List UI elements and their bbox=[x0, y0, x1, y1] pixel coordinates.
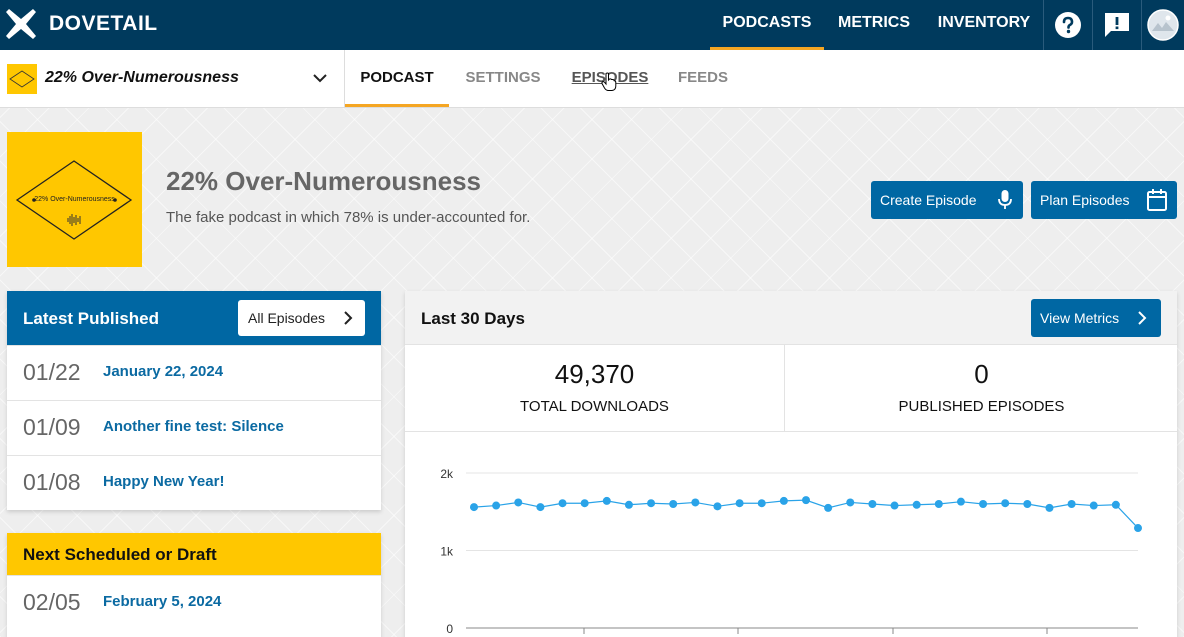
nav-inventory[interactable]: INVENTORY bbox=[932, 0, 1036, 50]
data-point[interactable] bbox=[647, 499, 656, 508]
episode-title-link[interactable]: Another fine test: Silence bbox=[103, 418, 284, 435]
data-point[interactable] bbox=[1111, 500, 1120, 509]
latest-published-panel: Latest Published All Episodes 01/22 Janu… bbox=[7, 291, 381, 510]
view-metrics-button[interactable]: View Metrics bbox=[1031, 299, 1161, 337]
data-point[interactable] bbox=[691, 498, 700, 507]
data-point[interactable] bbox=[492, 501, 501, 510]
episode-date: 01/09 bbox=[23, 414, 81, 440]
podcast-cover-art: 22% Over-Numerousness bbox=[7, 132, 142, 267]
nav-metrics[interactable]: METRICS bbox=[832, 0, 916, 50]
data-point[interactable] bbox=[934, 500, 943, 508]
data-point[interactable] bbox=[979, 500, 988, 508]
data-point[interactable] bbox=[846, 498, 855, 507]
feedback-icon[interactable] bbox=[1093, 0, 1141, 50]
next-scheduled-title: Next Scheduled or Draft bbox=[23, 545, 217, 564]
data-point[interactable] bbox=[536, 503, 545, 512]
published-episodes-stat: 0 PUBLISHED EPISODES bbox=[786, 345, 1177, 432]
data-point[interactable] bbox=[735, 499, 744, 508]
all-episodes-button[interactable]: All Episodes bbox=[238, 300, 365, 336]
episode-title-link[interactable]: Happy New Year! bbox=[103, 473, 224, 490]
data-point[interactable] bbox=[558, 499, 567, 508]
y-tick-label: 2k bbox=[440, 467, 454, 481]
calendar-icon bbox=[1147, 189, 1167, 211]
episode-title-link[interactable]: January 22, 2024 bbox=[103, 363, 223, 380]
published-episodes-value: 0 bbox=[974, 359, 989, 389]
episode-title-link[interactable]: February 5, 2024 bbox=[103, 593, 221, 610]
podcast-title: 22% Over-Numerousness bbox=[166, 166, 482, 196]
top-navigation: DOVETAIL PODCASTS METRICS INVENTORY bbox=[0, 0, 1184, 50]
data-point[interactable] bbox=[1089, 501, 1098, 510]
episode-date: 01/08 bbox=[23, 469, 81, 495]
all-episodes-label: All Episodes bbox=[248, 310, 326, 326]
y-tick-label: 0 bbox=[446, 622, 453, 636]
data-point[interactable] bbox=[1134, 524, 1142, 533]
data-point[interactable] bbox=[890, 501, 899, 510]
podcast-description: The fake podcast in which 78% is under-a… bbox=[166, 209, 531, 226]
episode-date: 02/05 bbox=[23, 589, 81, 615]
data-point[interactable] bbox=[713, 502, 722, 511]
create-episode-label: Create Episode bbox=[880, 192, 977, 208]
latest-published-title: Latest Published bbox=[23, 309, 160, 328]
data-point[interactable] bbox=[912, 500, 921, 509]
data-point[interactable] bbox=[779, 496, 788, 505]
data-point[interactable] bbox=[956, 497, 965, 506]
data-point[interactable] bbox=[514, 498, 523, 507]
chevron-right-icon bbox=[344, 311, 353, 325]
help-icon[interactable] bbox=[1044, 0, 1092, 50]
data-point[interactable] bbox=[1023, 500, 1032, 508]
cover-art-text: 22% Over-Numerousness bbox=[34, 196, 115, 203]
podcast-selector-name: 22% Over-Numerousness bbox=[45, 69, 239, 86]
downloads-line-chart: 2k 1k 0 bbox=[440, 467, 1142, 636]
episode-row[interactable]: 01/22 January 22, 2024 bbox=[7, 345, 381, 400]
total-downloads-label: TOTAL DOWNLOADS bbox=[520, 398, 669, 415]
total-downloads-stat: 49,370 TOTAL DOWNLOADS bbox=[405, 345, 785, 432]
nav-podcasts[interactable]: PODCASTS bbox=[710, 0, 824, 50]
chevron-right-icon bbox=[1138, 311, 1147, 325]
hand-cursor-icon bbox=[601, 72, 617, 91]
next-scheduled-panel: Next Scheduled or Draft 02/05 February 5… bbox=[7, 533, 381, 637]
data-point[interactable] bbox=[757, 499, 766, 508]
y-tick-label: 1k bbox=[440, 545, 454, 559]
view-metrics-label: View Metrics bbox=[1040, 310, 1120, 326]
episode-row[interactable]: 01/09 Another fine test: Silence bbox=[7, 400, 381, 455]
tab-feeds[interactable]: FEEDS bbox=[671, 50, 735, 107]
latest-published-header: Latest Published All Episodes bbox=[7, 291, 381, 345]
series-line bbox=[473, 499, 1139, 529]
podcast-subnav: 22% Over-Numerousness PODCAST SETTINGS E… bbox=[0, 50, 1184, 108]
metrics-title: Last 30 Days bbox=[421, 309, 525, 328]
metrics-panel: Last 30 Days View Metrics 49,370 TOTAL D… bbox=[405, 291, 1177, 637]
next-scheduled-header: Next Scheduled or Draft bbox=[7, 533, 381, 575]
podcast-thumbnail bbox=[7, 64, 37, 94]
plan-episodes-button[interactable]: Plan Episodes bbox=[1031, 181, 1177, 219]
metrics-header: Last 30 Days View Metrics bbox=[405, 291, 1177, 345]
chevron-down-icon bbox=[313, 74, 327, 83]
dovetail-x-icon bbox=[6, 9, 36, 39]
tab-podcast[interactable]: PODCAST bbox=[345, 50, 449, 107]
total-downloads-value: 49,370 bbox=[554, 359, 635, 389]
data-point[interactable] bbox=[580, 499, 589, 508]
create-episode-button[interactable]: Create Episode bbox=[871, 181, 1023, 219]
data-point[interactable] bbox=[824, 503, 833, 512]
microphone-icon bbox=[998, 190, 1012, 209]
logo-text: DOVETAIL bbox=[49, 12, 158, 35]
data-point[interactable] bbox=[624, 500, 633, 509]
data-point[interactable] bbox=[470, 503, 478, 512]
data-point[interactable] bbox=[669, 500, 678, 508]
data-point[interactable] bbox=[1045, 503, 1054, 512]
episode-row[interactable]: 01/08 Happy New Year! bbox=[7, 455, 381, 510]
data-point[interactable] bbox=[1001, 499, 1010, 508]
data-point[interactable] bbox=[602, 496, 611, 505]
user-avatar[interactable] bbox=[1142, 0, 1184, 50]
published-episodes-label: PUBLISHED EPISODES bbox=[898, 398, 1065, 415]
data-point[interactable] bbox=[802, 496, 810, 505]
episode-row[interactable]: 02/05 February 5, 2024 bbox=[7, 575, 381, 630]
tab-settings[interactable]: SETTINGS bbox=[457, 50, 549, 107]
podcast-selector[interactable]: 22% Over-Numerousness bbox=[0, 50, 345, 107]
data-point[interactable] bbox=[868, 500, 877, 508]
dovetail-logo[interactable]: DOVETAIL bbox=[6, 9, 158, 39]
data-point[interactable] bbox=[1067, 500, 1076, 508]
episode-date: 01/22 bbox=[23, 359, 81, 385]
plan-episodes-label: Plan Episodes bbox=[1040, 192, 1130, 208]
